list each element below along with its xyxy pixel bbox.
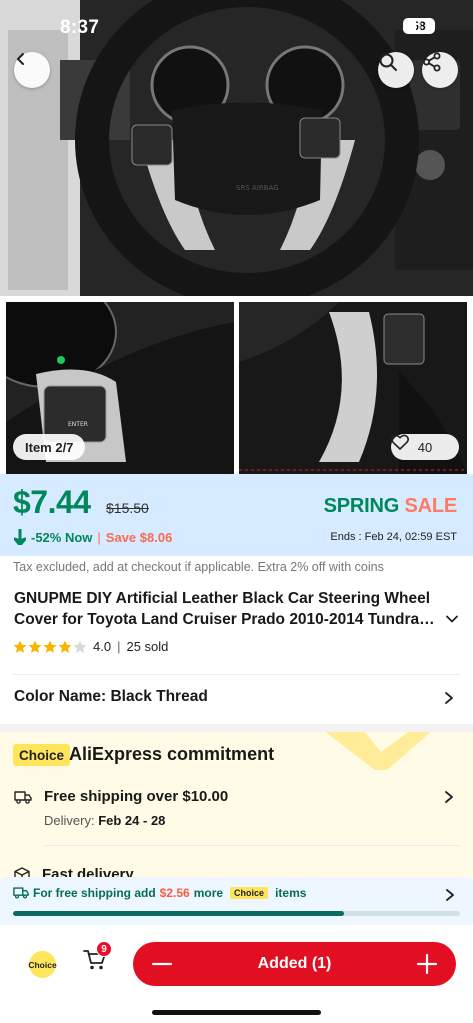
added-to-cart-button[interactable]: Added (1) [133,942,456,986]
free-shipping-title: Free shipping over $10.00 [44,788,229,805]
truck-icon [14,791,32,804]
chevron-right-icon [445,791,453,803]
product-title[interactable]: GNUPME DIY Artificial Leather Black Car … [14,588,452,630]
rating-row[interactable]: 4.0 | 25 sold [13,639,168,654]
choice-store-button[interactable]: Choice [28,951,57,978]
progress-fill [13,911,344,916]
arrow-down-icon [14,529,26,545]
delivery-estimate: Delivery: Feb 24 - 28 [44,813,165,828]
bottom-action-bar: Choice 9 Added (1) [0,925,473,1023]
back-button[interactable] [14,52,50,88]
free-shipping-progress [13,911,460,916]
favorite-button[interactable]: 40 [391,434,459,460]
discount-separator: | [97,529,101,545]
tax-note: Tax excluded, add at checkout if applica… [13,560,384,574]
chevron-left-icon [17,53,24,65]
divider [44,845,460,846]
color-selector-row[interactable]: Color Name: Black Thread [0,676,473,720]
discount-percent: -52% Now [31,529,93,545]
status-icons: 58 [403,18,435,34]
status-time: 8:37 [60,17,100,38]
gallery-thumbnail-2[interactable]: 40 [239,302,467,474]
promo-amount: $2.56 [159,886,190,900]
delivery-dates: Feb 24 - 28 [98,813,166,828]
rating-separator: | [117,639,121,654]
search-button[interactable] [378,52,414,88]
plus-icon[interactable] [416,953,438,975]
promo-prefix: For free shipping add [33,886,156,900]
svg-text:ENTER: ENTER [68,421,88,428]
rating-stars [13,640,87,654]
star-filled-icon [28,640,42,653]
sale-word-sale: SALE [404,495,457,517]
star-filled-icon [58,640,72,653]
divider [13,674,460,675]
added-label: Added (1) [257,955,332,972]
rating-value: 4.0 [93,639,112,654]
promo-more: more [193,886,224,900]
share-button[interactable] [422,52,458,88]
search-icon [379,53,397,71]
free-shipping-row[interactable]: Free shipping over $10.00 Delivery: Feb … [0,782,473,838]
star-filled-icon [43,640,57,653]
commitment-decoration-icon [325,732,431,770]
star-filled-icon [13,640,27,653]
cart-count-badge: 9 [96,941,112,957]
wifi-icon [403,18,421,31]
choice-mini-badge: Choice [230,887,269,899]
chevron-right-icon [446,889,454,901]
free-shipping-promo-bar[interactable]: For free shipping add $2.56 more Choice … [0,877,473,925]
discount-row: -52% Now | Save $8.06 [14,529,172,545]
chevron-right-icon [445,692,453,704]
current-price: $7.44 [13,484,91,520]
commitment-title: AliExpress commitment [69,744,275,764]
home-indicator [152,1010,321,1015]
gallery-thumbnail-1[interactable]: ENTER Item 2/7 [6,302,234,474]
promo-suffix: items [275,886,307,900]
steering-wheel-illustration: SRS AIRBAG [0,0,473,296]
truck-icon [13,887,29,899]
section-gap [0,724,473,732]
sale-word-spring: SPRING [323,495,400,517]
sold-count: 25 sold [126,639,169,654]
save-amount: Save $8.06 [105,529,173,545]
free-shipping-promo-text: For free shipping add $2.56 more Choice … [33,886,306,900]
share-icon [423,52,441,72]
heart-icon [391,434,409,450]
svg-text:SRS AIRBAG: SRS AIRBAG [236,184,279,192]
sale-ends-time: Ends : Feb 24, 02:59 EST [330,531,457,543]
expand-title-chevron-icon[interactable] [445,612,459,626]
image-counter-badge: Item 2/7 [13,434,86,460]
image-gallery[interactable]: SRS AIRBAG 8:37 58 [0,0,473,474]
star-empty-icon [73,640,87,653]
sale-event-title: SPRING SALE [323,495,458,518]
choice-badge: Choice [13,744,71,766]
favorite-count: 40 [417,439,433,455]
hero-product-image[interactable]: SRS AIRBAG 8:37 58 [0,0,473,296]
color-label: Color Name: Black Thread [14,688,208,705]
delivery-prefix: Delivery: [44,813,95,828]
original-price: $15.50 [106,500,149,516]
